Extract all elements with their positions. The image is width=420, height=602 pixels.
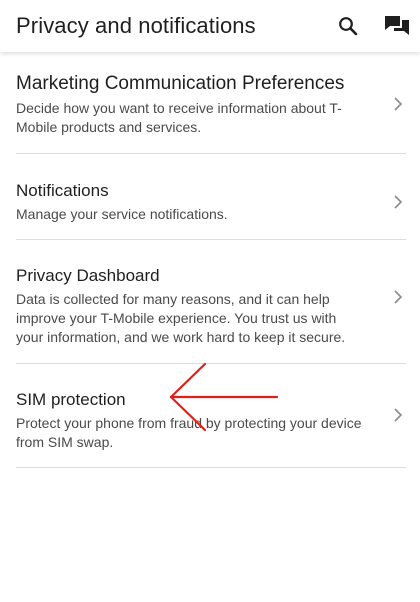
item-description: Data is collected for many reasons, and …: [16, 291, 346, 345]
chevron-right-icon: [394, 195, 403, 209]
item-description: Decide how you want to receive informati…: [16, 100, 342, 135]
item-description: Manage your service notifications.: [16, 206, 228, 222]
chat-icon: [385, 16, 409, 35]
search-button[interactable]: [334, 12, 362, 40]
chat-button[interactable]: [383, 12, 411, 40]
page-title: Privacy and notifications: [16, 13, 256, 38]
list-item-privacy-dashboard[interactable]: Privacy Dashboard Data is collected for …: [16, 240, 406, 364]
app-bar: Privacy and notifications: [0, 0, 420, 52]
item-title: Privacy Dashboard: [16, 266, 160, 285]
item-title: Notifications: [16, 181, 109, 200]
chevron-right-icon: [394, 97, 403, 111]
item-title: Marketing Communication Preferences: [16, 73, 345, 94]
search-icon: [339, 17, 358, 36]
chevron-right-icon: [394, 408, 403, 422]
list-item-notifications[interactable]: Notifications Manage your service notifi…: [16, 154, 406, 240]
chevron-right-icon: [394, 290, 403, 304]
settings-list: Marketing Communication Preferences Deci…: [0, 52, 420, 468]
list-item-marketing-preferences[interactable]: Marketing Communication Preferences Deci…: [16, 52, 406, 154]
item-title: SIM protection: [16, 390, 126, 409]
list-item-sim-protection[interactable]: SIM protection Protect your phone from f…: [16, 364, 406, 468]
item-description: Protect your phone from fraud by protect…: [16, 415, 362, 450]
